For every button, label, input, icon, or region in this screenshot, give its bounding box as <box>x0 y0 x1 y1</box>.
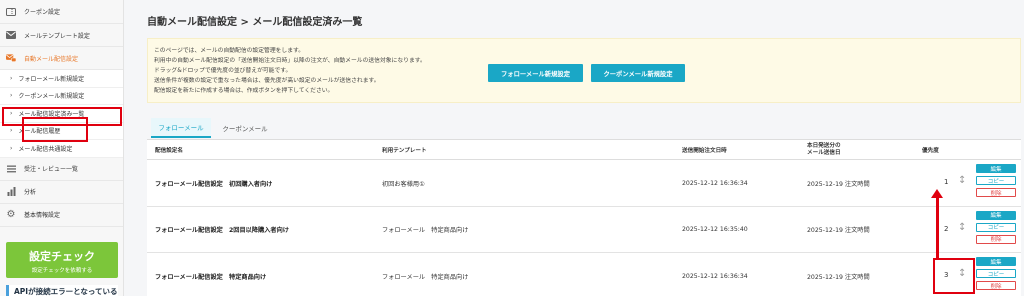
caret-right-icon: › <box>10 74 13 82</box>
sidebar-item-auto-mail[interactable]: 自動メール配信設定 <box>0 47 123 70</box>
sidebar-item-label: 自動メール配信設定 <box>24 55 79 63</box>
copy-button[interactable]: コピー <box>976 222 1016 232</box>
info-line: 配信設定を新たに作成する場合は、作成ボタンを押下してください。 <box>154 88 334 94</box>
row-start-date: 2025-12-12 16:36:34 <box>682 179 748 187</box>
sidebar-item-analytics[interactable]: 分析 <box>0 181 123 204</box>
row-start-date: 2025-12-12 16:36:34 <box>682 272 748 280</box>
new-coupon-mail-button[interactable]: クーポンメール新規設定 <box>591 64 685 82</box>
table-row[interactable]: フォローメール配信設定 初回購入者向け 初回お客様用① 2025-12-12 1… <box>147 160 1021 207</box>
copy-button[interactable]: コピー <box>976 269 1016 278</box>
settings-check-title: 設定チェック <box>29 250 95 263</box>
copy-button[interactable]: コピー <box>976 176 1016 185</box>
row-priority: 2 <box>944 224 949 233</box>
header-template: 利用テンプレート <box>382 148 427 154</box>
sidebar: クーポン設定 メールテンプレート設定 自動メール配信設定 › フォローメール新規… <box>0 0 124 296</box>
priority-highlight <box>933 258 975 294</box>
info-line: このページでは、メールの自動配信の設定管理をします。 <box>154 48 305 54</box>
row-today-send-date: 2025-12-19 注文時間 <box>807 180 870 188</box>
tab-coupon-mail[interactable]: クーポンメール <box>217 118 273 138</box>
sidebar-item-orders-reviews[interactable]: 受注・レビュー一覧 <box>0 158 123 181</box>
edit-button[interactable]: 編集 <box>976 164 1016 173</box>
drag-handle-icon[interactable]: ↕ <box>958 175 966 186</box>
sidebar-subitem-follow-new[interactable]: › フォローメール新規設定 <box>0 70 123 88</box>
sidebar-item-coupon[interactable]: クーポン設定 <box>0 0 123 24</box>
table-header: 配信設定名 利用テンプレート 送信開始注文日時 本日発送分の メール送信日 優先… <box>147 140 1021 160</box>
delete-button[interactable]: 削除 <box>976 281 1016 290</box>
ticket-icon <box>6 7 16 17</box>
settings-check-subtitle: 設定チェックを依頼する <box>31 268 93 274</box>
header-priority: 優先度 <box>922 148 939 154</box>
row-today-send-date: 2025-12-19 注文時間 <box>807 273 870 281</box>
sidebar-subitem-common-settings[interactable]: › メール配信共通設定 <box>0 140 123 158</box>
caret-right-icon: › <box>10 92 13 100</box>
row-start-date: 2025-12-12 16:35:40 <box>682 226 748 233</box>
settings-table: 配信設定名 利用テンプレート 送信開始注文日時 本日発送分の メール送信日 優先… <box>147 139 1021 296</box>
api-error-alert[interactable]: APIが接続エラーとなっている <box>6 285 118 296</box>
table-row[interactable]: フォローメール配信設定 2回目以降購入者向け フォローメール 特定商品向け 20… <box>147 206 1021 253</box>
list-icon <box>6 164 16 174</box>
settings-check-button[interactable]: 設定チェック 設定チェックを依頼する <box>6 242 118 278</box>
sidebar-item-basic-settings[interactable]: ⚙ 基本情報設定 <box>0 204 123 227</box>
chart-icon <box>6 187 16 197</box>
table-row[interactable]: フォローメール配信設定 特定商品向け フォローメール 特定商品向け 2025-1… <box>147 253 1021 296</box>
sidebar-item-mail-template[interactable]: メールテンプレート設定 <box>0 24 123 47</box>
row-today-send-date: 2025-12-19 注文時間 <box>807 227 870 234</box>
sidebar-item-label: メールテンプレート設定 <box>24 32 90 40</box>
edit-button[interactable]: 編集 <box>976 210 1016 220</box>
row-name: フォローメール配信設定 特定商品向け <box>155 273 267 281</box>
info-line: 送信条件が複数の設定で重なった場合は、優先度が高い設定のメールが送信されます。 <box>154 78 380 84</box>
drag-handle-icon[interactable]: ↕ <box>958 222 966 233</box>
row-template: フォローメール 特定商品向け <box>382 227 469 234</box>
page-title: 自動メール配信設定 > メール配信設定済み一覧 <box>147 17 363 28</box>
tab-highlight <box>22 117 88 142</box>
row-name: フォローメール配信設定 2回目以降購入者向け <box>155 227 289 234</box>
caret-right-icon: › <box>10 127 13 135</box>
row-name: フォローメール配信設定 初回購入者向け <box>155 180 273 188</box>
row-template: 初回お客様用① <box>382 180 425 188</box>
annotation-arrow-shaft <box>936 196 939 258</box>
new-follow-mail-button[interactable]: フォローメール新規設定 <box>488 64 583 82</box>
gear-icon: ⚙ <box>6 209 16 220</box>
info-line: 利用中の自動メール配信設定の「送信開始注文日時」以降の注文が、自動メールの送信対… <box>154 58 426 64</box>
caret-right-icon: › <box>10 144 13 152</box>
delete-button[interactable]: 削除 <box>976 234 1016 244</box>
mail-icon <box>6 30 16 40</box>
header-start-date: 送信開始注文日時 <box>682 148 727 154</box>
info-box: このページでは、メールの自動配信の設定管理をします。 利用中の自動メール配信設定… <box>147 38 1021 103</box>
info-line: ドラッグ&ドロップで優先度の並び替えが可能です。 <box>154 68 292 74</box>
edit-button[interactable]: 編集 <box>976 257 1016 266</box>
delete-button[interactable]: 削除 <box>976 188 1016 197</box>
tab-follow-mail[interactable]: フォローメール <box>151 118 211 138</box>
send-mail-icon <box>6 53 16 63</box>
sidebar-item-label: クーポン設定 <box>24 9 61 16</box>
header-today-send-date: 本日発送分の メール送信日 <box>807 143 841 156</box>
sidebar-subitem-coupon-new[interactable]: › クーポンメール新規設定 <box>0 87 123 105</box>
annotation-arrow-up-icon <box>931 189 943 198</box>
row-priority: 1 <box>944 178 949 186</box>
row-template: フォローメール 特定商品向け <box>382 273 469 281</box>
main-content: 自動メール配信設定 > メール配信設定済み一覧 このページでは、メールの自動配信… <box>125 0 1024 296</box>
header-name: 配信設定名 <box>155 148 183 154</box>
